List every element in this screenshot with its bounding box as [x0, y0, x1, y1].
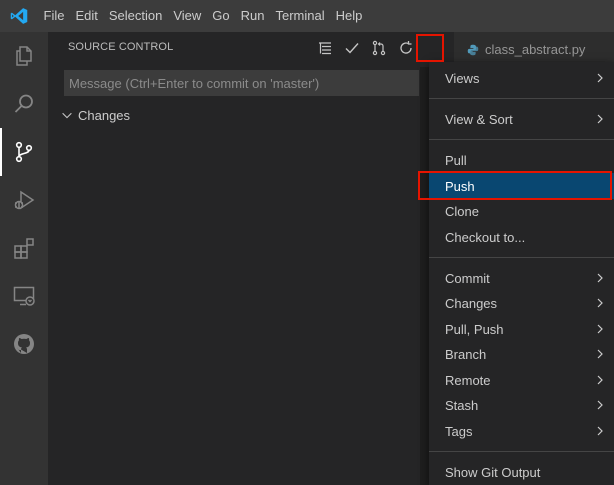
menu-item-push[interactable]: Push: [429, 173, 614, 199]
menu-item-label: Pull: [445, 152, 467, 168]
menu-item-label: Changes: [445, 295, 498, 311]
chevron-down-icon: [62, 112, 72, 119]
menu-help[interactable]: Help: [330, 0, 368, 32]
menu-item-branch[interactable]: Branch: [429, 341, 614, 367]
menu-separator: [429, 98, 614, 99]
menu-item-pull[interactable]: Pull: [429, 147, 614, 173]
chevron-right-icon: [597, 324, 603, 334]
menu-item-tags[interactable]: Tags: [429, 418, 614, 444]
source-control-icon[interactable]: [0, 128, 48, 176]
panel-actions: [313, 36, 421, 60]
menu-item-label: Clone: [445, 203, 479, 219]
menu-item-label: Checkout to...: [445, 229, 526, 245]
panel-title: SOURCE CONTROL: [68, 41, 174, 53]
menu-item-label: Tags: [445, 423, 473, 439]
refresh-icon[interactable]: [394, 36, 418, 60]
commit-message-input[interactable]: [64, 70, 419, 96]
github-icon[interactable]: [0, 320, 48, 368]
tab-label: class_abstract.py: [485, 42, 586, 57]
chevron-right-icon: [597, 400, 603, 410]
menu-item-label: Pull, Push: [445, 321, 504, 337]
menu-item-label: Push: [445, 178, 475, 194]
menu-item-view-sort[interactable]: View & Sort: [429, 106, 614, 132]
menu-item-pull-push[interactable]: Pull, Push: [429, 316, 614, 342]
menu-item-views[interactable]: Views: [429, 65, 614, 91]
chevron-right-icon: [597, 375, 603, 385]
python-file-icon: [467, 44, 479, 56]
create-pull-request-icon[interactable]: [367, 36, 391, 60]
explorer-icon[interactable]: [0, 32, 48, 80]
menu-separator: [429, 451, 614, 452]
menu-item-label: View & Sort: [445, 111, 513, 127]
chevron-right-icon: [597, 426, 603, 436]
chevron-right-icon: [597, 273, 603, 283]
menu-run[interactable]: Run: [235, 0, 270, 32]
more-actions-menu: Views View & Sort Pull Push Clone Checko…: [429, 62, 614, 485]
menu-edit[interactable]: Edit: [70, 0, 103, 32]
menu-go[interactable]: Go: [207, 0, 235, 32]
chevron-right-icon: [597, 114, 603, 124]
commit-check-icon[interactable]: [340, 36, 364, 60]
menu-item-show-git-output[interactable]: Show Git Output: [429, 459, 614, 485]
activity-bar: [0, 32, 48, 485]
extensions-icon[interactable]: [0, 224, 48, 272]
menu-item-stash[interactable]: Stash: [429, 392, 614, 418]
menu-item-label: Commit: [445, 270, 490, 286]
menu-item-label: Views: [445, 70, 480, 86]
remote-explorer-icon[interactable]: [0, 272, 48, 320]
menu-separator: [429, 139, 614, 140]
menu-bar: File Edit Selection View Go Run Terminal…: [38, 0, 368, 32]
run-debug-icon[interactable]: [0, 176, 48, 224]
chevron-right-icon: [597, 349, 603, 359]
menu-selection[interactable]: Selection: [103, 0, 167, 32]
menu-file[interactable]: File: [38, 0, 70, 32]
menu-item-clone[interactable]: Clone: [429, 198, 614, 224]
menu-item-changes[interactable]: Changes: [429, 290, 614, 316]
vscode-logo-icon: [4, 0, 34, 32]
menu-item-remote[interactable]: Remote: [429, 367, 614, 393]
menu-view[interactable]: View: [168, 0, 207, 32]
view-as-tree-icon[interactable]: [313, 36, 337, 60]
changes-label: Changes: [78, 107, 131, 123]
chevron-right-icon: [597, 298, 603, 308]
menu-item-label: Show Git Output: [445, 464, 541, 480]
menu-item-label: Stash: [445, 397, 479, 413]
menu-separator: [429, 257, 614, 258]
chevron-right-icon: [597, 73, 603, 83]
changes-section-header[interactable]: Changes: [60, 104, 130, 126]
search-icon[interactable]: [0, 80, 48, 128]
menu-item-commit[interactable]: Commit: [429, 265, 614, 291]
panel-header: SOURCE CONTROL: [48, 32, 437, 64]
menu-item-label: Branch: [445, 346, 487, 362]
title-bar: File Edit Selection View Go Run Terminal…: [0, 0, 614, 32]
menu-item-label: Remote: [445, 372, 491, 388]
menu-terminal[interactable]: Terminal: [270, 0, 330, 32]
menu-item-checkout[interactable]: Checkout to...: [429, 224, 614, 250]
source-control-panel: SOURCE CONTROL Message (Ctrl+Enter to co…: [48, 32, 437, 485]
